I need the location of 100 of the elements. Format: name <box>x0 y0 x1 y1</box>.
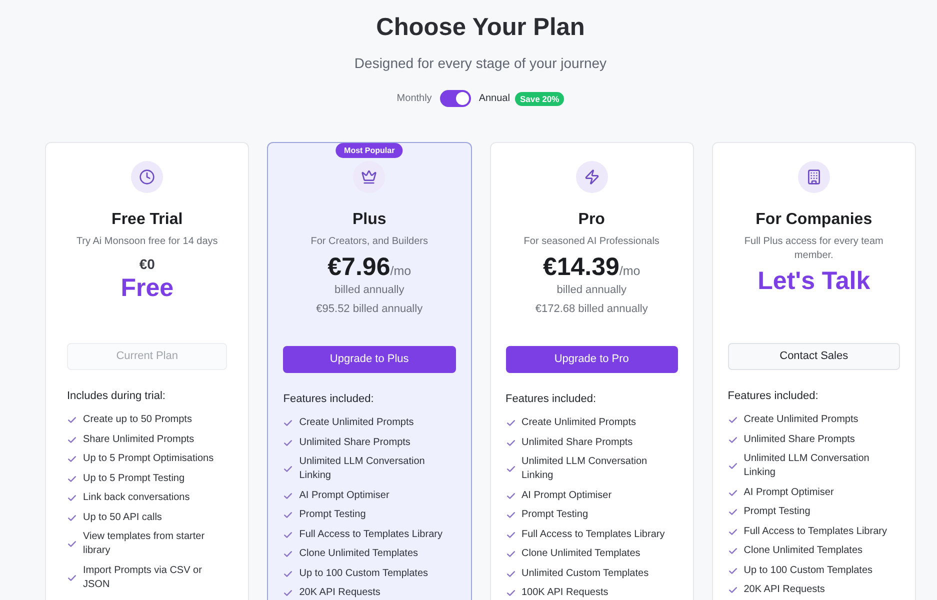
features-heading: Includes during trial: <box>67 389 166 404</box>
feature-text: Full Access to Templates Library <box>522 528 665 542</box>
plan-description: Try Ai Monsoon free for 14 days <box>76 235 218 249</box>
feature-text: Unlimited LLM Conversation Linking <box>744 452 870 480</box>
check-icon <box>728 568 737 574</box>
check-icon <box>506 466 514 472</box>
check-icon <box>284 420 292 426</box>
plan-button[interactable]: Upgrade to Plus <box>283 346 456 373</box>
building-icon <box>798 161 830 193</box>
check-icon <box>284 492 292 498</box>
check-icon <box>506 512 514 518</box>
billing-note: billed annually <box>334 283 404 298</box>
plan-title: Plus <box>352 210 386 230</box>
check-icon <box>728 548 737 554</box>
page-subtitle: Designed for every stage of your journey <box>354 54 607 73</box>
feature-text: 20K API Requests <box>744 583 825 597</box>
feature-text: AI Prompt Optimiser <box>522 488 612 502</box>
feature-text: Clone Unlimited Templates <box>299 547 418 561</box>
plan-title: Free Trial <box>112 210 183 230</box>
check-icon <box>284 551 292 557</box>
feature-text: Up to 5 Prompt Optimisations <box>83 452 214 466</box>
feature-text: Unlimited Share Prompts <box>522 436 633 450</box>
check-icon <box>68 574 76 580</box>
check-icon <box>284 570 292 576</box>
feature-text: AI Prompt Optimiser <box>299 488 390 502</box>
feature-text: Share Unlimited Prompts <box>83 432 194 446</box>
check-icon <box>68 514 76 520</box>
check-icon <box>728 490 737 496</box>
annual-total: €172.68 billed annually <box>535 302 648 317</box>
price-period: /mo <box>390 263 412 279</box>
price: €0 <box>139 255 155 273</box>
check-icon <box>284 466 292 472</box>
check-icon <box>506 532 514 538</box>
check-icon <box>728 436 737 442</box>
billing-option-label: Monthly <box>396 92 432 106</box>
check-icon <box>728 587 737 593</box>
billing-option-label: Annual <box>478 92 510 106</box>
billing-note: billed annually <box>556 283 626 298</box>
check-icon <box>506 590 514 596</box>
feature-text: Clone Unlimited Templates <box>744 544 863 558</box>
annual-total: €95.52 billed annually <box>316 302 423 317</box>
price-label: Let's Talk <box>758 266 870 296</box>
feature-text: Create Unlimited Prompts <box>299 416 414 430</box>
check-icon <box>68 436 76 442</box>
plan-description: For seasoned AI Professionals <box>524 235 660 249</box>
feature-text: 20K API Requests <box>299 586 380 600</box>
crown-icon <box>353 161 386 193</box>
plan-description: Full Plus access for every team member. <box>743 235 884 263</box>
feature-text: Up to 100 Custom Templates <box>299 566 428 580</box>
lightning-icon <box>576 161 608 193</box>
feature-text: Up to 100 Custom Templates <box>744 564 873 578</box>
feature-text: Unlimited Custom Templates <box>522 566 649 580</box>
plan-button[interactable]: Upgrade to Pro <box>506 346 678 373</box>
features-heading: Features included: <box>728 389 820 404</box>
plan-title: Pro <box>578 210 605 230</box>
feature-text: Up to 50 API calls <box>83 510 162 524</box>
feature-text: Full Access to Templates Library <box>744 524 887 538</box>
check-icon <box>68 541 76 547</box>
feature-text: AI Prompt Optimiser <box>744 486 834 500</box>
plan-button[interactable]: Contact Sales <box>728 343 900 370</box>
check-icon <box>506 420 514 426</box>
feature-text: Link back conversations <box>83 491 190 505</box>
page-title: Choose Your Plan <box>376 13 585 43</box>
price: €14.39 <box>542 252 620 282</box>
check-icon <box>68 456 76 462</box>
plan-title: For Companies <box>756 210 872 230</box>
price-label: Free <box>120 273 174 303</box>
features-heading: Features included: <box>283 392 375 407</box>
check-icon <box>68 495 76 501</box>
discount-badge: Save 20% <box>514 92 564 106</box>
check-icon <box>728 417 737 423</box>
feature-text: Prompt Testing <box>522 508 588 522</box>
check-icon <box>284 440 292 446</box>
feature-text: Unlimited Share Prompts <box>744 432 855 446</box>
popular-badge: Most Popular <box>336 143 403 158</box>
check-icon <box>728 509 737 515</box>
check-icon <box>284 532 292 538</box>
feature-text: Create Unlimited Prompts <box>744 413 858 427</box>
feature-text: Create up to 50 Prompts <box>83 413 192 427</box>
check-icon <box>506 551 514 557</box>
feature-text: Unlimited LLM Conversation Linking <box>299 455 426 483</box>
feature-text: Up to 5 Prompt Testing <box>83 472 185 486</box>
feature-text: Import Prompts via CSV or JSON <box>83 564 203 592</box>
check-icon <box>68 476 76 482</box>
feature-text: Unlimited Share Prompts <box>299 436 410 450</box>
check-icon <box>506 492 514 498</box>
plan-description: For Creators, and Builders <box>310 235 428 249</box>
billing-toggle[interactable] <box>440 90 471 107</box>
feature-text: Unlimited LLM Conversation Linking <box>522 455 648 483</box>
price-period: /mo <box>619 263 640 279</box>
check-icon <box>728 463 737 469</box>
check-icon <box>284 512 292 518</box>
feature-text: 100K API Requests <box>522 586 608 600</box>
check-icon <box>284 590 292 596</box>
check-icon <box>506 440 514 446</box>
price: €7.96 <box>328 252 390 282</box>
feature-text: Prompt Testing <box>299 508 366 522</box>
check-icon <box>506 570 514 576</box>
feature-text: Clone Unlimited Templates <box>522 547 640 561</box>
feature-text: Full Access to Templates Library <box>299 528 442 542</box>
